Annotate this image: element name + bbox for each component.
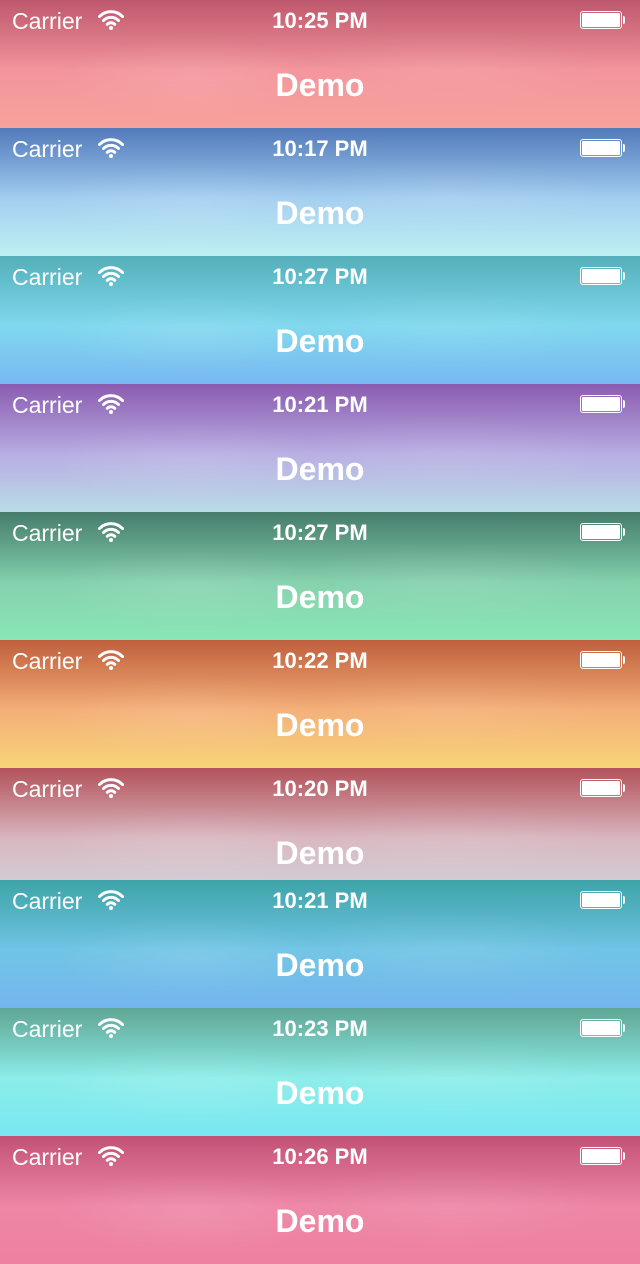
status-time: 10:21 PM: [272, 392, 368, 417]
status-time: 10:26 PM: [272, 1144, 368, 1169]
status-bar: Carrier 10:21 PM: [0, 880, 640, 920]
navigation-bar-7: Carrier 10:20 PM Demo: [0, 768, 640, 896]
battery-icon: [580, 139, 625, 157]
status-bar: Carrier 10:22 PM: [0, 640, 640, 680]
navigation-bar-3: Carrier 10:27 PM Demo: [0, 256, 640, 384]
status-bar: Carrier 10:17 PM: [0, 128, 640, 168]
status-bar: Carrier 10:25 PM: [0, 0, 640, 40]
status-bar: Carrier 10:20 PM: [0, 768, 640, 808]
battery-icon: [580, 1147, 625, 1165]
nav-title: Demo: [275, 1203, 365, 1239]
status-bar: Carrier 10:27 PM: [0, 256, 640, 296]
battery-icon: [580, 1019, 625, 1037]
status-time: 10:21 PM: [272, 888, 368, 913]
status-bar: Carrier 10:23 PM: [0, 1008, 640, 1048]
navigation-bar-5: Carrier 10:27 PM Demo: [0, 512, 640, 640]
status-bar: Carrier 10:26 PM: [0, 1136, 640, 1176]
battery-icon: [580, 523, 625, 541]
battery-icon: [580, 395, 625, 413]
status-time: 10:20 PM: [272, 776, 368, 801]
battery-icon: [580, 11, 625, 29]
battery-icon: [580, 651, 625, 669]
status-bar: Carrier 10:21 PM: [0, 384, 640, 424]
battery-icon: [580, 779, 625, 797]
status-time: 10:25 PM: [272, 8, 368, 33]
status-bar: Carrier 10:27 PM: [0, 512, 640, 552]
navigation-bar-10: Carrier 10:26 PM Demo: [0, 1136, 640, 1264]
nav-title: Demo: [275, 195, 365, 231]
navigation-bar-6: Carrier 10:22 PM Demo: [0, 640, 640, 768]
navigation-bar-9: Carrier 10:23 PM Demo: [0, 1008, 640, 1136]
status-time: 10:27 PM: [272, 520, 368, 545]
navigation-bar-4: Carrier 10:21 PM Demo: [0, 384, 640, 512]
nav-title: Demo: [275, 835, 365, 871]
status-time: 10:17 PM: [272, 136, 368, 161]
battery-icon: [580, 267, 625, 285]
nav-title: Demo: [275, 579, 365, 615]
navigation-bar-8: Carrier 10:21 PM Demo: [0, 880, 640, 1008]
nav-title: Demo: [275, 707, 365, 743]
navigation-bar-2: Carrier 10:17 PM Demo: [0, 128, 640, 256]
nav-title: Demo: [275, 451, 365, 487]
nav-title: Demo: [275, 323, 365, 359]
nav-title: Demo: [275, 67, 365, 103]
nav-title: Demo: [275, 1075, 365, 1111]
status-time: 10:23 PM: [272, 1016, 368, 1041]
status-time: 10:27 PM: [272, 264, 368, 289]
nav-title: Demo: [275, 947, 365, 983]
battery-icon: [580, 891, 625, 909]
status-time: 10:22 PM: [272, 648, 368, 673]
navigation-bar-stack: Carrier 10:25 PM Demo Carrier 10:17 PM D…: [0, 0, 640, 1264]
navigation-bar-1: Carrier 10:25 PM Demo: [0, 0, 640, 128]
